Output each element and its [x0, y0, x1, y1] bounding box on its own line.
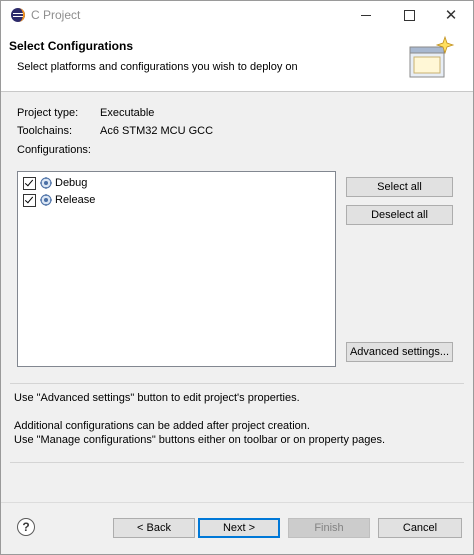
eclipse-app-icon [11, 8, 25, 22]
close-button[interactable]: ✕ [436, 1, 466, 29]
maximize-button[interactable] [394, 1, 424, 29]
project-type-label: Project type: [17, 107, 79, 119]
list-item-release[interactable]: Release [23, 192, 95, 208]
message-line: Additional configurations can be added a… [14, 420, 310, 432]
toolchains-label: Toolchains: [17, 125, 73, 137]
release-label: Release [55, 194, 96, 206]
title-bar[interactable]: C Project ✕ [1, 1, 473, 29]
maximize-icon [403, 9, 415, 21]
toolchains-value: Ac6 STM32 MCU GCC [100, 125, 214, 137]
close-icon: ✕ [444, 5, 458, 24]
message-line: Use "Advanced settings" button to edit p… [14, 392, 300, 404]
next-button[interactable]: Next > [198, 518, 280, 538]
finish-button[interactable]: Finish [288, 518, 370, 538]
minimize-button[interactable] [351, 1, 381, 29]
list-item-debug[interactable]: Debug [23, 175, 87, 191]
back-button[interactable]: < Back [113, 518, 195, 538]
select-all-button[interactable]: Select all [346, 177, 453, 197]
cancel-button[interactable]: Cancel [378, 518, 462, 538]
help-icon[interactable]: ? [17, 518, 35, 536]
debug-checkbox[interactable] [23, 176, 36, 190]
minimize-icon [361, 14, 371, 16]
window-title: C Project [31, 8, 81, 22]
configuration-icon [40, 194, 52, 206]
configurations-label: Configurations: [17, 144, 91, 156]
page-description: Select platforms and configurations you … [17, 61, 298, 73]
deselect-all-button[interactable]: Deselect all [346, 205, 453, 225]
configuration-icon [40, 177, 52, 189]
message-line: Use "Manage configurations" buttons eith… [14, 434, 386, 446]
wizard-banner-icon [409, 35, 455, 78]
configurations-list[interactable]: Debug Release [17, 171, 336, 367]
footer-divider [1, 502, 473, 503]
wizard-header: Select Configurations Select platforms a… [1, 29, 473, 92]
project-type-value: Executable [100, 107, 155, 119]
message-area: Use "Advanced settings" button to edit p… [10, 383, 464, 463]
page-title: Select Configurations [9, 39, 134, 53]
debug-label: Debug [55, 177, 88, 189]
c-project-dialog: C Project ✕ Select Configurations Select… [0, 0, 474, 555]
release-checkbox[interactable] [23, 193, 36, 207]
advanced-settings-button[interactable]: Advanced settings... [346, 342, 453, 362]
